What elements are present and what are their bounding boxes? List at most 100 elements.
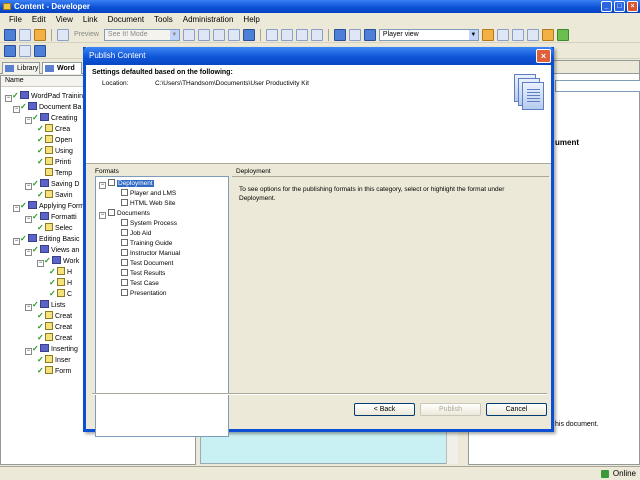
tab-library[interactable]: Library	[2, 62, 40, 74]
format-checkbox[interactable]	[108, 179, 115, 186]
format-checkbox[interactable]	[121, 249, 128, 256]
menu-document[interactable]: Document	[103, 15, 149, 24]
cancel-button[interactable]: Cancel	[486, 403, 547, 416]
dialog-close-button[interactable]: ×	[536, 49, 551, 63]
outline-item[interactable]: ✓ Printi	[37, 157, 71, 168]
collapse-icon[interactable]: −	[25, 348, 32, 355]
back-button[interactable]: < Back	[354, 403, 415, 416]
filter-icon[interactable]	[348, 28, 361, 41]
format-item[interactable]: Presentation	[121, 289, 167, 299]
format-item[interactable]: Test Case	[121, 279, 159, 289]
format-checkbox[interactable]	[121, 279, 128, 286]
format-item[interactable]: Test Document	[121, 259, 173, 269]
menu-file[interactable]: File	[4, 15, 27, 24]
collapse-icon[interactable]: −	[99, 212, 106, 219]
outline-item[interactable]: ✓ C	[49, 289, 72, 300]
outline-item[interactable]: ✓ Savin	[37, 190, 73, 201]
outline-item[interactable]: − ✓ Inserting	[25, 344, 78, 355]
outline-item[interactable]: ✓ Crea	[37, 124, 70, 135]
outline-item[interactable]: ✓ H	[49, 278, 72, 289]
undo-icon[interactable]	[265, 28, 278, 41]
outline-item[interactable]: − ✓ Creating	[25, 113, 77, 124]
list-view-icon[interactable]	[511, 28, 524, 41]
outline-item[interactable]: − ✓ Work	[37, 256, 79, 267]
redo-icon[interactable]	[280, 28, 293, 41]
collapse-icon[interactable]: −	[99, 182, 106, 189]
paste-icon[interactable]	[212, 28, 225, 41]
close-window-button[interactable]: ×	[627, 1, 638, 12]
format-item[interactable]: Job Aid	[121, 229, 151, 239]
format-checkbox[interactable]	[121, 289, 128, 296]
refresh-icon[interactable]	[556, 28, 569, 41]
book-icon[interactable]	[4, 44, 16, 57]
module-icon[interactable]	[34, 44, 46, 57]
preview-icon[interactable]	[57, 28, 69, 41]
collapse-icon[interactable]: −	[13, 238, 20, 245]
view-select[interactable]: Player view ▼	[378, 28, 479, 41]
outline-item[interactable]: ✓ Inser	[37, 355, 71, 366]
menu-view[interactable]: View	[51, 15, 78, 24]
format-checkbox[interactable]	[121, 259, 128, 266]
collapse-icon[interactable]: −	[25, 117, 32, 124]
layout-icon[interactable]	[481, 28, 494, 41]
format-checkbox[interactable]	[121, 239, 128, 246]
outline-item[interactable]: ✓ Form	[37, 366, 71, 377]
collapse-icon[interactable]: −	[13, 205, 20, 212]
preview-button[interactable]: Preview	[72, 31, 101, 38]
format-item[interactable]: Player and LMS	[121, 189, 176, 199]
menu-administration[interactable]: Administration	[178, 15, 239, 24]
collapse-icon[interactable]: −	[25, 249, 32, 256]
outline-item[interactable]: − ✓ Applying Form	[13, 201, 84, 212]
maximize-button[interactable]: □	[614, 1, 625, 12]
collapse-icon[interactable]: −	[5, 95, 12, 102]
outline-item[interactable]: − ✓ Formatti	[25, 212, 77, 223]
collapse-icon[interactable]: −	[25, 183, 32, 190]
outline-item[interactable]: Temp	[37, 168, 72, 179]
format-checkbox[interactable]	[121, 199, 128, 206]
help-icon[interactable]	[363, 28, 376, 41]
outline-item[interactable]: − ✓ Views an	[25, 245, 79, 256]
menu-help[interactable]: Help	[238, 15, 264, 24]
menu-tools[interactable]: Tools	[149, 15, 178, 24]
indent-icon[interactable]	[295, 28, 308, 41]
outline-item[interactable]: ✓ Creat	[37, 333, 72, 344]
outline-item[interactable]: − ✓ Lists	[25, 300, 65, 311]
cut-icon[interactable]	[182, 28, 195, 41]
outline-item[interactable]: ✓ Using	[37, 146, 73, 157]
preview-scrollbar[interactable]	[446, 428, 458, 464]
outline-item[interactable]: ✓ Creat	[37, 311, 72, 322]
outline-item[interactable]: ✓ Selec	[37, 223, 73, 234]
outline-item[interactable]: − ✓ WordPad Training	[5, 91, 87, 102]
format-checkbox[interactable]	[121, 189, 128, 196]
save-icon[interactable]	[19, 28, 31, 41]
outdent-icon[interactable]	[310, 28, 323, 41]
collapse-icon[interactable]: −	[25, 304, 32, 311]
format-item[interactable]: HTML Web Site	[121, 199, 176, 209]
properties-select[interactable]	[555, 80, 640, 92]
collapse-icon[interactable]: −	[13, 106, 20, 113]
split-view-icon[interactable]	[496, 28, 509, 41]
collapse-icon[interactable]: −	[25, 216, 32, 223]
section-icon[interactable]	[19, 44, 31, 57]
outline-view-icon[interactable]	[526, 28, 539, 41]
find-icon[interactable]	[333, 28, 346, 41]
format-item[interactable]: − Documents	[99, 209, 150, 219]
format-checkbox[interactable]	[121, 269, 128, 276]
format-item[interactable]: − Deployment	[99, 179, 154, 189]
new-icon[interactable]	[4, 28, 16, 41]
delete-icon[interactable]	[227, 28, 240, 41]
format-checkbox[interactable]	[108, 209, 115, 216]
outline-item[interactable]: − ✓ Editing Basic	[13, 234, 79, 245]
copy-icon[interactable]	[197, 28, 210, 41]
outline-item[interactable]: ✓ Open	[37, 135, 72, 146]
properties-icon[interactable]	[242, 28, 255, 41]
menu-link[interactable]: Link	[78, 15, 103, 24]
mode-select[interactable]: See It! Mode ▼	[103, 28, 180, 41]
outline-item[interactable]: ✓ H	[49, 267, 72, 278]
format-checkbox[interactable]	[121, 229, 128, 236]
format-item[interactable]: Training Guide	[121, 239, 172, 249]
format-item[interactable]: Test Results	[121, 269, 165, 279]
tab-word[interactable]: Word	[42, 62, 82, 74]
minimize-button[interactable]: _	[601, 1, 612, 12]
package-icon[interactable]	[541, 28, 554, 41]
